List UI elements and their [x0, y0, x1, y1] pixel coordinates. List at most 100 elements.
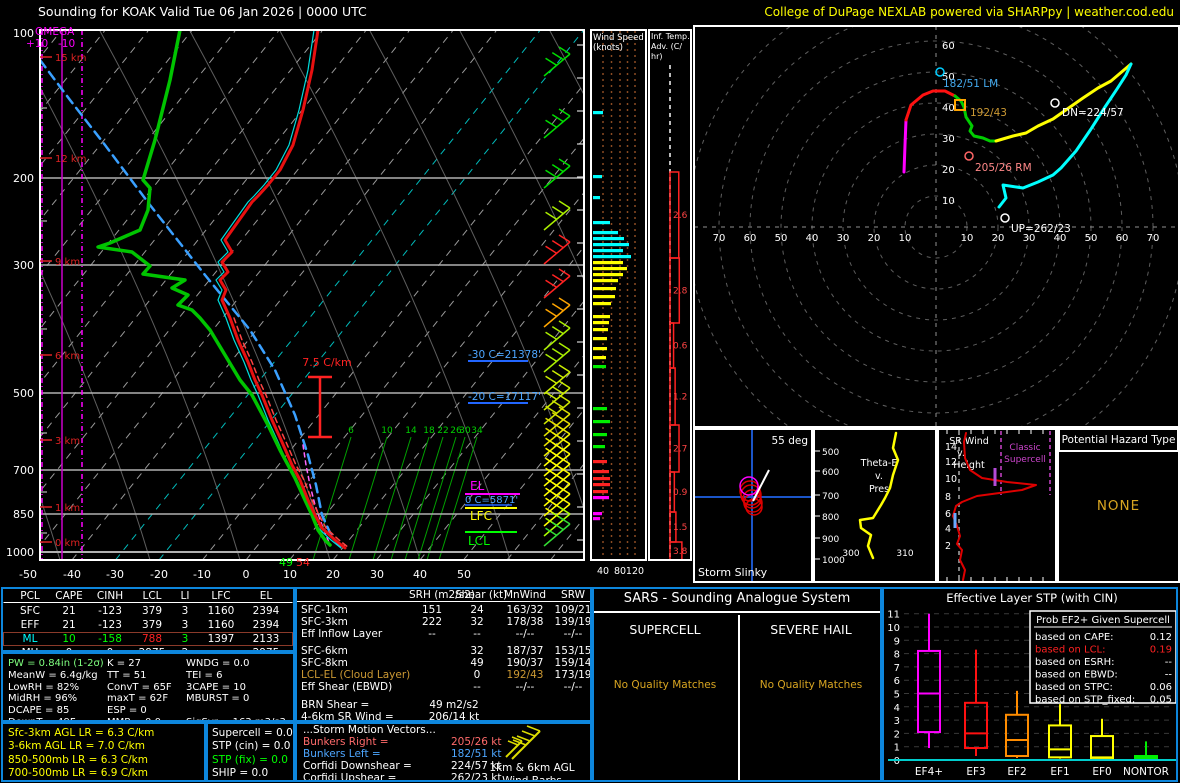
parcel-cell: SFC — [19, 605, 41, 618]
pressure-label: 700 — [13, 464, 34, 477]
storm-motion-marker — [964, 151, 974, 161]
stp-title: Effective Layer STP (with CIN) — [946, 591, 1118, 605]
srwind-ylabel: 6 — [945, 509, 951, 520]
kin-cell: -- — [473, 628, 481, 641]
thetae-curve — [858, 431, 900, 560]
wind-barb-flag — [545, 57, 557, 66]
lfc-label: LFC — [470, 509, 492, 523]
temp-tick-label: -40 — [63, 568, 81, 581]
index-line: STP (fix) = 0.0 — [212, 753, 288, 766]
kin-row: SFC-3km 222 32 178/38 139/19 — [297, 616, 590, 628]
hodo-axis-label: 70 — [1147, 233, 1160, 244]
kin-cell — [409, 657, 455, 669]
wind-speed-bar — [593, 445, 605, 449]
adv-value: 2.8 — [673, 287, 688, 297]
thetae-ylabel: 500 — [822, 448, 839, 458]
hodo-axis-label: 30 — [837, 233, 850, 244]
storm-motion-label: Corfidi Upshear = — [303, 772, 397, 782]
thermo-param: MeanW = 6.4g/kg — [8, 669, 98, 681]
omega-minus-label: -10 — [58, 38, 75, 50]
title-bar: Sounding for KOAK Valid Tue 06 Jan 2026 … — [0, 0, 1180, 25]
slinky-angle-label: 55 deg — [772, 435, 809, 447]
wind-axis-label: 80 — [614, 566, 626, 577]
wind-speed-panel: Wind Speed(knots) 40 80 120 — [590, 25, 648, 585]
wind-barb-flag — [545, 169, 557, 178]
mixing-ratio-line — [426, 436, 466, 559]
adv-value: 0.6 — [673, 342, 688, 352]
wind-speed-bar — [593, 243, 629, 247]
kin-cell: 187/37 — [506, 645, 544, 658]
wind-barb-flag — [545, 245, 557, 254]
lapse-rates: Sfc-3km AGL LR = 6.3 C/km 3-6km AGL LR = … — [1, 722, 206, 782]
thermo-param: 3CAPE = 10 — [186, 681, 246, 693]
wind-panel-title: Wind Speed — [593, 33, 644, 43]
stp-legend-value: 0.19 — [1150, 645, 1172, 656]
mixing-ratio-label: 14 — [405, 426, 417, 436]
parcel-cell: 3 — [181, 619, 189, 632]
stp-legend-value: 0.12 — [1150, 632, 1172, 643]
el-label: EL — [470, 479, 485, 493]
thermo-param: WNDG = 0.0 — [186, 658, 250, 669]
surface-dewpoint-label: 49 — [279, 556, 293, 569]
hodo-axis-label: 60 — [1116, 233, 1129, 244]
wind-barb-icon — [505, 725, 541, 760]
storm-motion-label: UP=262/23 — [1011, 223, 1071, 235]
kin-row-label: Eff Shear (EBWD) — [301, 681, 393, 694]
hodo-axis-label: 50 — [775, 233, 788, 244]
stp-ytick-label: 5 — [894, 690, 900, 701]
kin-cell: 159/14 — [554, 657, 592, 670]
pressure-label: 1000 — [6, 546, 34, 559]
stp-legend-value: -- — [1165, 670, 1173, 681]
parcel-cell: 1160 — [207, 605, 235, 618]
hodo-axis-label: 70 — [713, 233, 726, 244]
parcel-cell: 1397 — [207, 633, 235, 646]
wind-speed-bar — [593, 477, 610, 481]
temp-tick-label: 0 — [243, 568, 250, 581]
temp-tick-label: -30 — [106, 568, 124, 581]
kin-cell: --/-- — [563, 628, 583, 641]
mixing-ratio-label: 34 — [471, 426, 483, 436]
sr-wind-panel: 1412108642SR Windv.HeightClassicSupercel… — [937, 428, 1057, 583]
stp-legend-label: based on EBWD: — [1035, 670, 1118, 681]
parcel-cell: -158 — [98, 633, 122, 646]
wind-barb-flag — [558, 342, 571, 351]
wind-speed-bar — [593, 249, 623, 253]
kin-cell — [409, 645, 455, 657]
stp-ytick-label: 10 — [887, 623, 900, 634]
wind-speed-bar — [593, 273, 623, 277]
storm-motion-label: 192/43 — [970, 107, 1007, 119]
sars-hail-message: No Quality Matches — [759, 679, 863, 692]
kin-extra-value: 206/14 kt — [428, 710, 480, 722]
stp-category-label: EF0 — [1092, 766, 1111, 778]
srwind-ylabel: 10 — [945, 474, 957, 485]
hodograph-trace — [902, 118, 908, 174]
adv-value: 1.5 — [673, 523, 687, 533]
stp-legend-value: 0.06 — [1150, 682, 1172, 693]
stp-ytick-label: 1 — [894, 743, 900, 754]
stp-ytick-label: 9 — [894, 636, 900, 647]
adv-value: 1.2 — [673, 393, 687, 403]
km-label: 15 km — [55, 53, 86, 64]
temp-tick-label: 40 — [413, 568, 427, 581]
srwind-ylabel: 8 — [945, 492, 951, 503]
km-label: 3 km — [55, 436, 80, 447]
kin-row-label: SFC-8km — [301, 657, 348, 670]
kin-header-spacer — [297, 589, 409, 601]
stp-box — [964, 701, 988, 750]
stp-ytick-label: 2 — [894, 729, 900, 740]
stp-box — [1090, 735, 1114, 761]
wind-barb-flag — [558, 297, 571, 306]
kin-cell: 151 — [421, 604, 443, 617]
wind-speed-bar — [593, 279, 618, 283]
wind-speed-bar — [593, 433, 607, 437]
adv-value: 2.6 — [673, 211, 688, 221]
hodo-axis-label: 20 — [942, 165, 955, 176]
stp-category-label: EF2 — [1007, 766, 1026, 778]
wind-barb-flag — [545, 331, 557, 340]
wind-barb — [543, 165, 571, 189]
stp-legend-label: based on CAPE: — [1035, 632, 1114, 643]
sounding-title: Sounding for KOAK Valid Tue 06 Jan 2026 … — [38, 4, 367, 19]
kin-row: Eff Shear (EBWD) -- --/-- --/-- — [297, 681, 590, 693]
km-label: 9 km — [55, 257, 80, 268]
storm-motion-label: 205/26 RM — [975, 162, 1032, 174]
